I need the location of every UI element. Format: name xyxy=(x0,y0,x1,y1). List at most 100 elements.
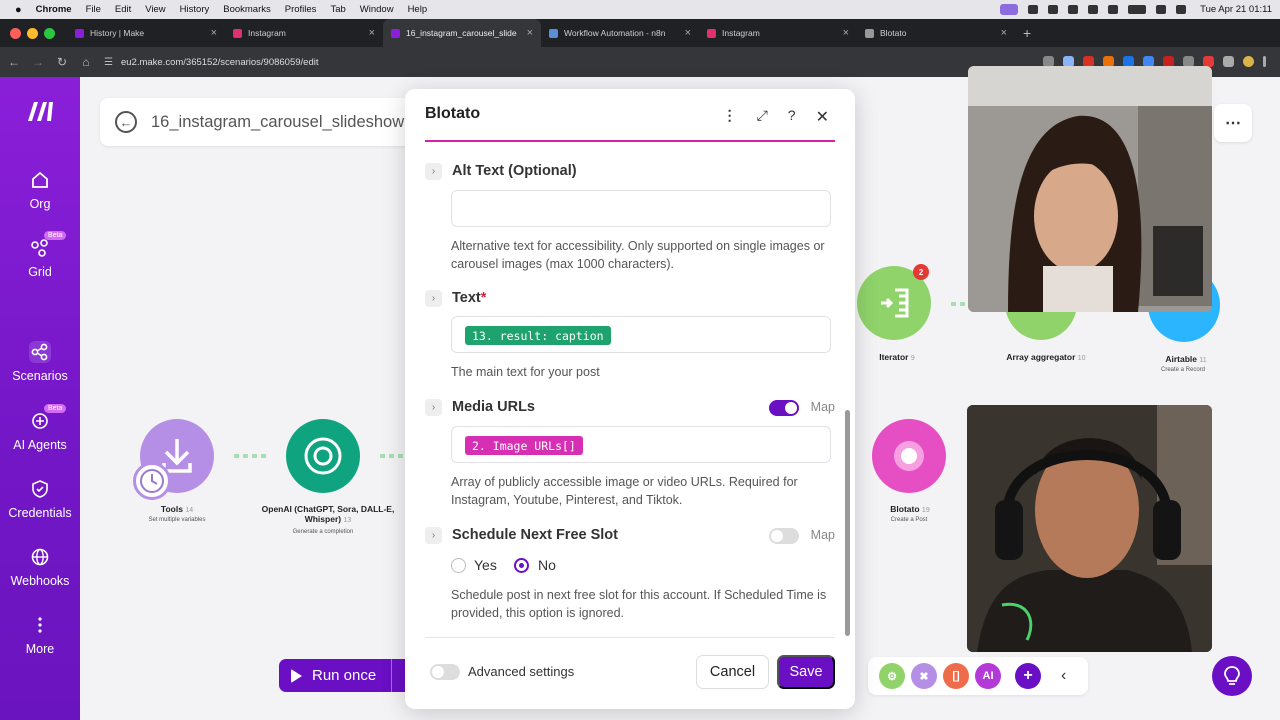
more-icon xyxy=(29,614,51,636)
person-video-icon xyxy=(968,66,1212,312)
lightbulb-hint-button[interactable] xyxy=(1212,656,1252,696)
expand-icon[interactable]: ⤢ xyxy=(757,107,768,127)
back-arrow-icon[interactable]: ← xyxy=(2,55,26,69)
sidebar-item-scenarios[interactable]: Scenarios xyxy=(0,341,80,383)
tab-title: History | Make xyxy=(90,28,145,38)
blotato-module[interactable] xyxy=(872,419,946,493)
puzzle-icon[interactable] xyxy=(1223,56,1234,67)
dialog-scrollbar[interactable] xyxy=(845,410,850,636)
scenario-more-button[interactable]: ⋯ xyxy=(1214,104,1252,142)
cancel-button[interactable]: Cancel xyxy=(696,655,769,689)
tab-n8n[interactable]: Workflow Automation - n8n × xyxy=(541,19,699,47)
mapped-value-chip[interactable]: 2. Image URLs[] xyxy=(465,436,583,455)
close-window-button[interactable] xyxy=(10,27,21,39)
menu-edit[interactable]: Edit xyxy=(108,4,138,15)
menu-tab[interactable]: Tab xyxy=(323,4,352,15)
tab-instagram-2[interactable]: Instagram × xyxy=(699,19,857,47)
sidebar-item-webhooks[interactable]: Webhooks xyxy=(0,546,80,588)
chevron-right-icon[interactable]: › xyxy=(425,290,442,307)
apple-icon[interactable]: ● xyxy=(8,4,29,16)
mapped-value-chip[interactable]: 13. result: caption xyxy=(465,326,611,345)
menu-history[interactable]: History xyxy=(173,4,217,15)
home-icon[interactable]: ⌂ xyxy=(74,55,98,69)
close-icon[interactable]: ✕ xyxy=(816,107,829,127)
make-sidebar: Org Beta Grid Scenarios Beta AI Agents C… xyxy=(0,77,80,720)
kebab-menu-icon[interactable] xyxy=(1263,56,1266,67)
search-icon[interactable] xyxy=(1176,5,1187,14)
text-input[interactable]: 13. result: caption xyxy=(451,316,831,353)
chevron-right-icon[interactable]: › xyxy=(425,399,442,416)
status-icon[interactable] xyxy=(1048,5,1059,14)
close-tab-icon[interactable]: × xyxy=(369,27,375,39)
module-label: OpenAI (ChatGPT, Sora, DALL-E, Whisper) … xyxy=(261,504,395,524)
radio-yes[interactable] xyxy=(451,558,466,573)
menu-window[interactable]: Window xyxy=(353,4,401,15)
save-button[interactable]: Save xyxy=(777,655,835,689)
sidebar-item-org[interactable]: Org xyxy=(0,169,80,211)
profile-avatar[interactable] xyxy=(1243,56,1254,67)
ai-icon[interactable]: AI xyxy=(975,663,1001,689)
close-tab-icon[interactable]: × xyxy=(527,27,533,39)
help-icon[interactable]: ? xyxy=(788,107,796,127)
url-text[interactable]: eu2.make.com/365152/scenarios/9086059/ed… xyxy=(121,57,319,68)
chevron-right-icon[interactable]: › xyxy=(425,163,442,180)
module-label: Tools 14 xyxy=(160,504,194,514)
advanced-settings-toggle[interactable] xyxy=(430,664,460,680)
tab-blotato[interactable]: Blotato × xyxy=(857,19,1015,47)
status-icon[interactable] xyxy=(1000,4,1019,15)
close-tab-icon[interactable]: × xyxy=(1001,27,1007,39)
tab-make-scenario[interactable]: 16_instagram_carousel_slide × xyxy=(383,19,541,47)
wifi-icon[interactable] xyxy=(1156,5,1167,14)
menu-profiles[interactable]: Profiles xyxy=(278,4,324,15)
status-icon[interactable] xyxy=(1108,5,1119,14)
menu-view[interactable]: View xyxy=(138,4,172,15)
radio-no[interactable] xyxy=(514,558,529,573)
scenario-header: ← 16_instagram_carousel_slideshow xyxy=(100,98,415,146)
alt-text-input[interactable] xyxy=(451,190,831,227)
map-toggle[interactable] xyxy=(769,400,799,416)
reload-icon[interactable]: ↻ xyxy=(50,55,74,69)
close-tab-icon[interactable]: × xyxy=(843,27,849,39)
add-module-icon[interactable]: + xyxy=(1015,663,1041,689)
toggle-knob xyxy=(771,530,783,542)
menu-bookmarks[interactable]: Bookmarks xyxy=(216,4,278,15)
close-tab-icon[interactable]: × xyxy=(211,27,217,39)
forward-arrow-icon[interactable]: → xyxy=(26,55,50,69)
close-tab-icon[interactable]: × xyxy=(685,27,691,39)
sidebar-item-credentials[interactable]: Credentials xyxy=(0,478,80,520)
sidebar-item-label: AI Agents xyxy=(13,438,67,452)
status-icon[interactable] xyxy=(1068,5,1079,14)
new-tab-icon[interactable]: + xyxy=(1023,25,1031,41)
module-sublabel: Set multiple variables xyxy=(148,517,206,523)
openai-module[interactable] xyxy=(286,419,360,493)
battery-icon[interactable] xyxy=(1128,5,1147,14)
sidebar-item-more[interactable]: More xyxy=(0,614,80,656)
ai-agent-icon xyxy=(29,410,51,432)
map-toggle[interactable] xyxy=(769,528,799,544)
flow-control-icon[interactable]: [] xyxy=(943,663,969,689)
sidebar-item-grid[interactable]: Beta Grid xyxy=(0,231,80,279)
chevron-left-icon[interactable]: ‹ xyxy=(1061,667,1066,685)
tab-history-make[interactable]: History | Make × xyxy=(67,19,225,47)
make-logo-icon[interactable] xyxy=(25,99,57,130)
status-icon[interactable] xyxy=(1028,5,1039,14)
menu-app-name[interactable]: Chrome xyxy=(29,4,79,15)
site-info-icon[interactable]: ☰ xyxy=(104,57,113,68)
sidebar-item-ai-agents[interactable]: Beta AI Agents xyxy=(0,404,80,452)
settings-gear-icon[interactable]: ⚙ xyxy=(879,663,905,689)
tools-icon[interactable]: ✖ xyxy=(911,663,937,689)
media-urls-input[interactable]: 2. Image URLs[] xyxy=(451,426,831,463)
back-arrow-icon[interactable]: ← xyxy=(115,111,137,133)
menu-file[interactable]: File xyxy=(79,4,108,15)
menubar-clock[interactable]: Tue Apr 21 01:11 xyxy=(1200,4,1272,15)
more-vertical-icon[interactable]: ⋮ xyxy=(723,107,737,127)
tab-instagram[interactable]: Instagram × xyxy=(225,19,383,47)
status-icon[interactable] xyxy=(1088,5,1099,14)
zoom-window-button[interactable] xyxy=(44,27,55,39)
page-title[interactable]: 16_instagram_carousel_slideshow xyxy=(151,113,404,132)
webcam-overlay-2 xyxy=(967,405,1212,652)
menu-help[interactable]: Help xyxy=(401,4,435,15)
run-once-button[interactable]: Run once xyxy=(279,659,414,692)
minimize-window-button[interactable] xyxy=(27,27,38,39)
chevron-right-icon[interactable]: › xyxy=(425,527,442,544)
